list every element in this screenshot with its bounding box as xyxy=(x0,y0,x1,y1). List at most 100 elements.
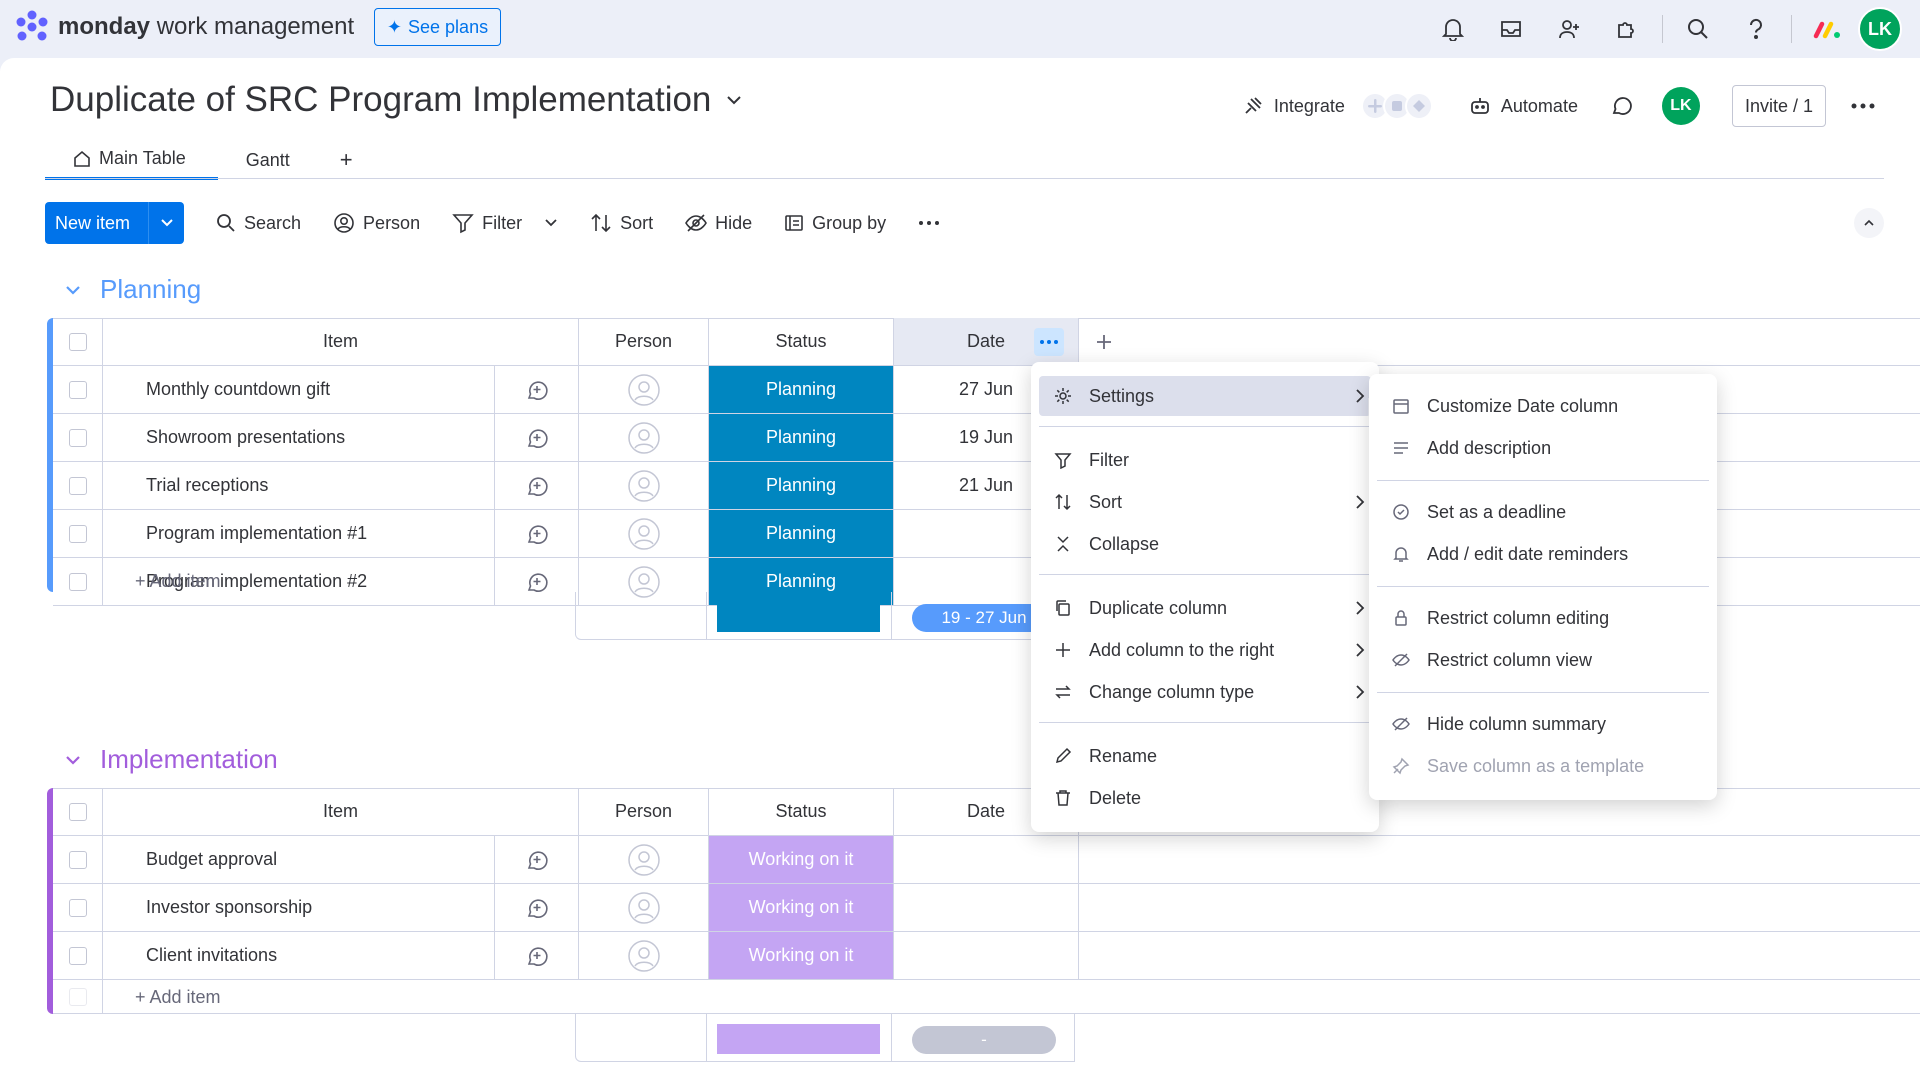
group-title-planning[interactable]: Planning xyxy=(64,274,201,305)
group-title-implementation[interactable]: Implementation xyxy=(64,744,278,775)
item-name-cell[interactable]: Showroom presentations xyxy=(103,414,495,461)
menu-item-restrict-editing[interactable]: Restrict column editing xyxy=(1377,598,1709,638)
menu-item-add-column-right[interactable]: Add column to the right xyxy=(1039,630,1371,670)
menu-item-restrict-view[interactable]: Restrict column view xyxy=(1377,640,1709,680)
item-name-cell[interactable]: Budget approval xyxy=(103,836,495,883)
hide-button[interactable]: Hide xyxy=(685,213,752,234)
item-name-cell[interactable]: Investor sponsorship xyxy=(103,884,495,931)
column-header-person[interactable]: Person xyxy=(579,788,709,835)
menu-item-rename[interactable]: Rename xyxy=(1039,736,1371,776)
tab-main-table[interactable]: Main Table xyxy=(45,140,218,180)
monday-products-icon[interactable] xyxy=(1804,6,1850,52)
item-name-cell[interactable]: Client invitations xyxy=(103,932,495,979)
chevron-down-icon[interactable] xyxy=(64,284,82,296)
toolbar-more-icon[interactable] xyxy=(918,220,940,226)
updates-button[interactable] xyxy=(1610,94,1634,118)
add-update-icon[interactable] xyxy=(495,884,579,931)
help-icon[interactable] xyxy=(1733,6,1779,52)
table-row[interactable]: Client invitations Working on it xyxy=(53,932,1920,980)
menu-item-filter[interactable]: Filter xyxy=(1039,440,1371,480)
select-all-checkbox[interactable] xyxy=(68,802,87,821)
add-view-button[interactable]: + xyxy=(322,140,371,180)
add-update-icon[interactable] xyxy=(495,366,579,413)
new-item-button[interactable]: New item xyxy=(45,202,184,244)
row-checkbox[interactable] xyxy=(68,898,87,917)
apps-puzzle-icon[interactable] xyxy=(1604,6,1650,52)
item-name-cell[interactable]: Program implementation #1 xyxy=(103,510,495,557)
menu-item-customize-date-column[interactable]: Customize Date column xyxy=(1377,386,1709,426)
status-cell[interactable]: Working on it xyxy=(709,836,894,883)
row-checkbox[interactable] xyxy=(68,524,87,543)
user-avatar[interactable]: LK xyxy=(1858,7,1902,51)
date-cell[interactable] xyxy=(894,836,1079,883)
menu-item-hide-column-summary[interactable]: Hide column summary xyxy=(1377,704,1709,744)
board-member-avatar[interactable]: LK xyxy=(1661,87,1700,125)
menu-item-add-description[interactable]: Add description xyxy=(1377,428,1709,468)
item-name-cell[interactable]: Monthly countdown gift xyxy=(103,366,495,413)
date-cell[interactable] xyxy=(894,884,1079,931)
item-name-cell[interactable]: Trial receptions xyxy=(103,462,495,509)
menu-item-collapse[interactable]: Collapse xyxy=(1039,524,1371,564)
chevron-down-icon[interactable] xyxy=(64,754,82,766)
menu-item-duplicate-column[interactable]: Duplicate column xyxy=(1039,588,1371,628)
collapse-header-button[interactable] xyxy=(1854,208,1884,238)
column-header-item[interactable]: Item xyxy=(103,318,579,365)
group-by-button[interactable]: Group by xyxy=(784,213,886,234)
menu-item-settings[interactable]: Settings xyxy=(1039,376,1371,416)
row-checkbox[interactable] xyxy=(68,428,87,447)
menu-item-change-column-type[interactable]: Change column type xyxy=(1039,672,1371,712)
menu-item-date-reminders[interactable]: Add / edit date reminders xyxy=(1377,534,1709,574)
status-cell[interactable]: Planning xyxy=(709,510,894,557)
search-button[interactable]: Search xyxy=(216,213,301,234)
status-cell[interactable]: Working on it xyxy=(709,932,894,979)
person-cell[interactable] xyxy=(579,836,709,883)
chevron-down-icon[interactable] xyxy=(148,202,184,244)
date-cell[interactable] xyxy=(894,932,1079,979)
add-update-icon[interactable] xyxy=(495,462,579,509)
filter-button[interactable]: Filter xyxy=(452,212,558,234)
column-header-status[interactable]: Status xyxy=(709,318,894,365)
add-update-icon[interactable] xyxy=(495,932,579,979)
column-header-date[interactable]: Date xyxy=(894,318,1079,365)
sort-button[interactable]: Sort xyxy=(590,212,653,234)
add-update-icon[interactable] xyxy=(495,414,579,461)
person-cell[interactable] xyxy=(579,366,709,413)
menu-item-delete[interactable]: Delete xyxy=(1039,778,1371,818)
status-cell[interactable]: Planning xyxy=(709,414,894,461)
menu-item-sort[interactable]: Sort xyxy=(1039,482,1371,522)
select-all-checkbox[interactable] xyxy=(68,332,87,351)
chevron-down-icon[interactable] xyxy=(725,94,743,106)
invite-members-icon[interactable] xyxy=(1546,6,1592,52)
menu-item-save-column-template[interactable]: Save column as a template xyxy=(1377,746,1709,786)
person-cell[interactable] xyxy=(579,884,709,931)
board-more-icon[interactable] xyxy=(1846,89,1880,123)
search-icon[interactable] xyxy=(1675,6,1721,52)
invite-button[interactable]: Invite / 1 xyxy=(1731,85,1826,127)
person-cell[interactable] xyxy=(579,462,709,509)
person-cell[interactable] xyxy=(579,510,709,557)
table-row[interactable]: Budget approval Working on it xyxy=(53,836,1920,884)
row-checkbox[interactable] xyxy=(68,850,87,869)
automate-button[interactable]: Automate xyxy=(1469,95,1578,117)
table-row[interactable]: Investor sponsorship Working on it xyxy=(53,884,1920,932)
column-header-status[interactable]: Status xyxy=(709,788,894,835)
row-checkbox[interactable] xyxy=(68,380,87,399)
row-checkbox[interactable] xyxy=(68,476,87,495)
column-options-icon[interactable] xyxy=(1034,328,1064,356)
person-filter-button[interactable]: Person xyxy=(333,212,420,234)
status-summary-bar[interactable] xyxy=(717,604,880,632)
row-checkbox[interactable] xyxy=(68,946,87,965)
person-cell[interactable] xyxy=(579,414,709,461)
inbox-icon[interactable] xyxy=(1488,6,1534,52)
board-title[interactable]: Duplicate of SRC Program Implementation xyxy=(50,80,743,120)
status-summary-bar[interactable] xyxy=(717,1024,880,1054)
notifications-bell-icon[interactable] xyxy=(1430,6,1476,52)
tab-gantt[interactable]: Gantt xyxy=(218,140,322,180)
menu-item-set-as-deadline[interactable]: Set as a deadline xyxy=(1377,492,1709,532)
status-cell[interactable]: Working on it xyxy=(709,884,894,931)
column-header-item[interactable]: Item xyxy=(103,788,579,835)
column-header-person[interactable]: Person xyxy=(579,318,709,365)
person-cell[interactable] xyxy=(579,932,709,979)
status-cell[interactable]: Planning xyxy=(709,366,894,413)
integrate-button[interactable]: Integrate xyxy=(1242,92,1433,120)
